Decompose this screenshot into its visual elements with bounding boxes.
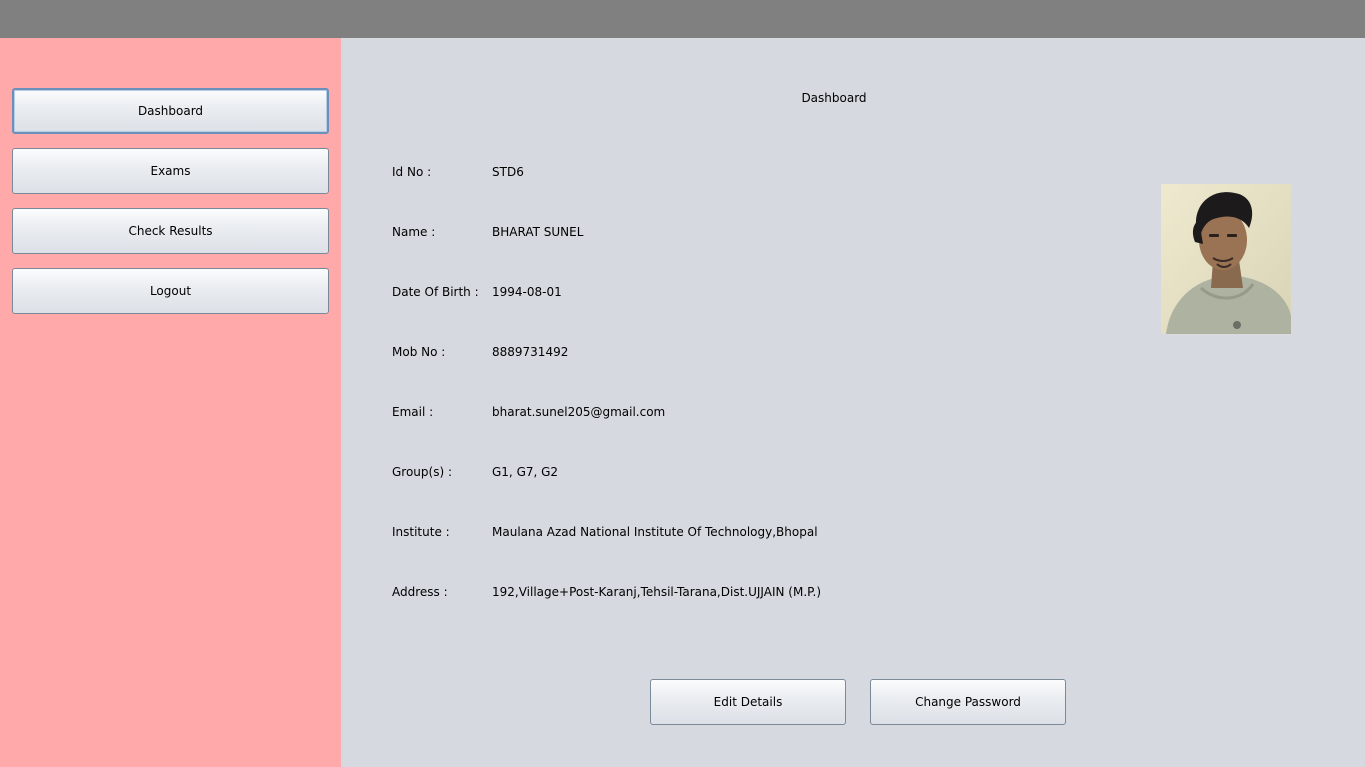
institute-label: Institute : <box>392 525 450 539</box>
change-password-label: Change Password <box>915 695 1021 709</box>
email-label: Email : <box>392 405 434 419</box>
dob-label: Date Of Birth : <box>392 285 479 299</box>
sidebar-item-label: Check Results <box>128 224 213 238</box>
sidebar-item-logout[interactable]: Logout <box>12 268 329 314</box>
sidebar-item-label: Logout <box>149 284 192 298</box>
sidebar-item-label: Dashboard <box>137 104 204 118</box>
title-bar <box>0 0 1365 38</box>
sidebar-item-check-results[interactable]: Check Results <box>12 208 329 254</box>
edit-details-label: Edit Details <box>713 695 783 709</box>
sidebar-item-exams[interactable]: Exams <box>12 148 329 194</box>
edit-details-button[interactable]: Edit Details <box>650 679 846 725</box>
page-title: Dashboard <box>801 91 867 105</box>
name-label: Name : <box>392 225 436 239</box>
address-label: Address : <box>392 585 448 599</box>
id-no-label: Id No : <box>392 165 432 179</box>
address-value: 192,Village+Post-Karanj,Tehsil-Tarana,Di… <box>492 585 821 599</box>
groups-value: G1, G7, G2 <box>492 465 559 479</box>
sidebar-item-dashboard[interactable]: Dashboard <box>12 88 329 134</box>
name-value: BHARAT SUNEL <box>492 225 584 239</box>
mobile-value: 8889731492 <box>492 345 569 359</box>
id-no-value: STD6 <box>492 165 524 179</box>
email-value: bharat.sunel205@gmail.com <box>492 405 666 419</box>
main-panel: Dashboard Id No : STD6 Name : BHARAT SUN… <box>341 38 1365 767</box>
groups-label: Group(s) : <box>392 465 453 479</box>
dob-value: 1994-08-01 <box>492 285 562 299</box>
institute-value: Maulana Azad National Institute Of Techn… <box>492 525 818 539</box>
profile-photo <box>1161 184 1291 334</box>
mobile-label: Mob No : <box>392 345 446 359</box>
change-password-button[interactable]: Change Password <box>870 679 1066 725</box>
app-window: Dashboard Exams Check Results Logout Das… <box>0 0 1365 767</box>
sidebar-item-label: Exams <box>150 164 191 178</box>
sidebar: Dashboard Exams Check Results Logout <box>0 38 341 767</box>
